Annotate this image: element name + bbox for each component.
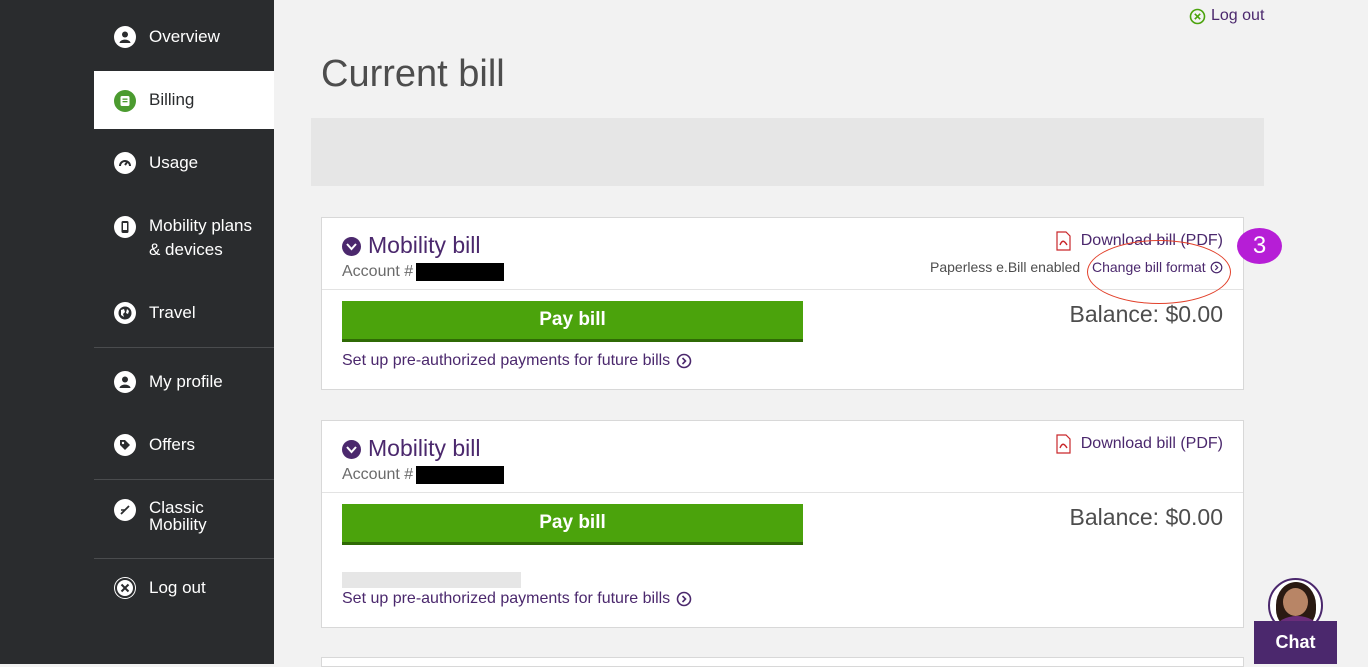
setup-label: Set up pre-authorized payments for futur… bbox=[342, 590, 671, 607]
main-content: Log out Current bill Mobility bill Accou… bbox=[274, 0, 1368, 667]
chevron-down-icon[interactable] bbox=[342, 440, 361, 459]
pdf-icon bbox=[1056, 231, 1071, 251]
sidebar-divider bbox=[94, 558, 274, 559]
setup-label: Set up pre-authorized payments for futur… bbox=[342, 352, 671, 369]
sidebar-item-usage[interactable]: Usage bbox=[94, 138, 274, 188]
header-logout-link[interactable]: Log out bbox=[1189, 7, 1264, 25]
close-circle-icon bbox=[114, 577, 136, 599]
sidebar-divider bbox=[94, 347, 274, 348]
sidebar-item-label: Classic Mobility bbox=[149, 498, 207, 534]
redacted-text bbox=[342, 572, 521, 588]
account-label: Account # bbox=[342, 466, 414, 483]
sidebar-item-label: Travel bbox=[149, 303, 196, 322]
redacted-account-number bbox=[416, 466, 504, 484]
bill-card-header: Mobility bill Account # Download bill (P… bbox=[322, 218, 1243, 304]
annotation-circle bbox=[1087, 240, 1231, 304]
banner-placeholder bbox=[311, 118, 1264, 186]
bill-card-partial bbox=[321, 657, 1244, 667]
sidebar-item-label: Log out bbox=[149, 578, 206, 597]
page-title: Current bill bbox=[321, 53, 505, 95]
gauge-icon bbox=[114, 152, 136, 174]
device-icon bbox=[114, 216, 136, 238]
sidebar-item-travel[interactable]: Travel bbox=[94, 288, 274, 338]
bill-title: Mobility bill bbox=[368, 232, 481, 258]
balance-amount: Balance: $0.00 bbox=[1069, 301, 1223, 327]
setup-preauthorized-link[interactable]: Set up pre-authorized payments for futur… bbox=[342, 590, 692, 608]
bill-icon bbox=[114, 90, 136, 112]
profile-icon bbox=[114, 371, 136, 393]
sidebar-item-label: Offers bbox=[149, 435, 195, 454]
bill-title: Mobility bill bbox=[368, 435, 481, 461]
pay-bill-button[interactable]: Pay bill bbox=[342, 301, 803, 342]
chevron-right-circle-icon bbox=[676, 353, 692, 369]
tag-icon bbox=[114, 434, 136, 456]
logout-label: Log out bbox=[1211, 7, 1265, 24]
chat-button[interactable]: Chat bbox=[1254, 621, 1337, 664]
sidebar-item-offers[interactable]: Offers bbox=[94, 420, 274, 470]
sidebar-item-overview[interactable]: Overview bbox=[94, 12, 274, 62]
download-label: Download bill (PDF) bbox=[1080, 435, 1223, 452]
redacted-account-number bbox=[416, 263, 504, 281]
sidebar-item-label: Billing bbox=[149, 90, 195, 109]
sidebar: Overview Billing Usage Mobility plans & … bbox=[94, 0, 274, 664]
close-circle-icon bbox=[1189, 8, 1206, 24]
classic-icon bbox=[114, 499, 136, 521]
setup-preauthorized-link[interactable]: Set up pre-authorized payments for futur… bbox=[342, 352, 692, 370]
bill-card: Mobility bill Account # Download bill (P… bbox=[321, 217, 1244, 390]
account-label: Account # bbox=[342, 263, 414, 280]
globe-icon bbox=[114, 302, 136, 324]
sidebar-item-label: Mobility plans & devices bbox=[149, 216, 252, 259]
balance-amount: Balance: $0.00 bbox=[1069, 504, 1223, 530]
sidebar-item-label: Overview bbox=[149, 27, 220, 46]
pay-bill-button[interactable]: Pay bill bbox=[342, 504, 803, 545]
sidebar-item-label: My profile bbox=[149, 372, 223, 391]
sidebar-divider bbox=[94, 479, 274, 480]
sidebar-item-log-out[interactable]: Log out bbox=[94, 563, 274, 613]
left-gutter bbox=[0, 0, 94, 664]
bill-card-header: Mobility bill Account # Download bill (P… bbox=[322, 421, 1243, 493]
sidebar-item-billing[interactable]: Billing bbox=[94, 71, 274, 129]
sidebar-item-label: Usage bbox=[149, 153, 199, 172]
bill-card: Mobility bill Account # Download bill (P… bbox=[321, 420, 1244, 628]
paperless-status: Paperless e.Bill enabled bbox=[930, 259, 1081, 275]
annotation-step-badge: 3 bbox=[1237, 228, 1282, 264]
sidebar-item-my-profile[interactable]: My profile bbox=[94, 357, 274, 407]
chevron-right-circle-icon bbox=[676, 591, 692, 607]
download-bill-link[interactable]: Download bill (PDF) bbox=[1054, 434, 1223, 454]
sidebar-item-mobility-plans[interactable]: Mobility plans & devices bbox=[94, 205, 274, 275]
user-icon bbox=[114, 26, 136, 48]
sidebar-item-classic-mobility[interactable]: Classic Mobility bbox=[94, 490, 274, 550]
pdf-icon bbox=[1056, 434, 1071, 454]
chevron-down-icon[interactable] bbox=[342, 237, 361, 256]
